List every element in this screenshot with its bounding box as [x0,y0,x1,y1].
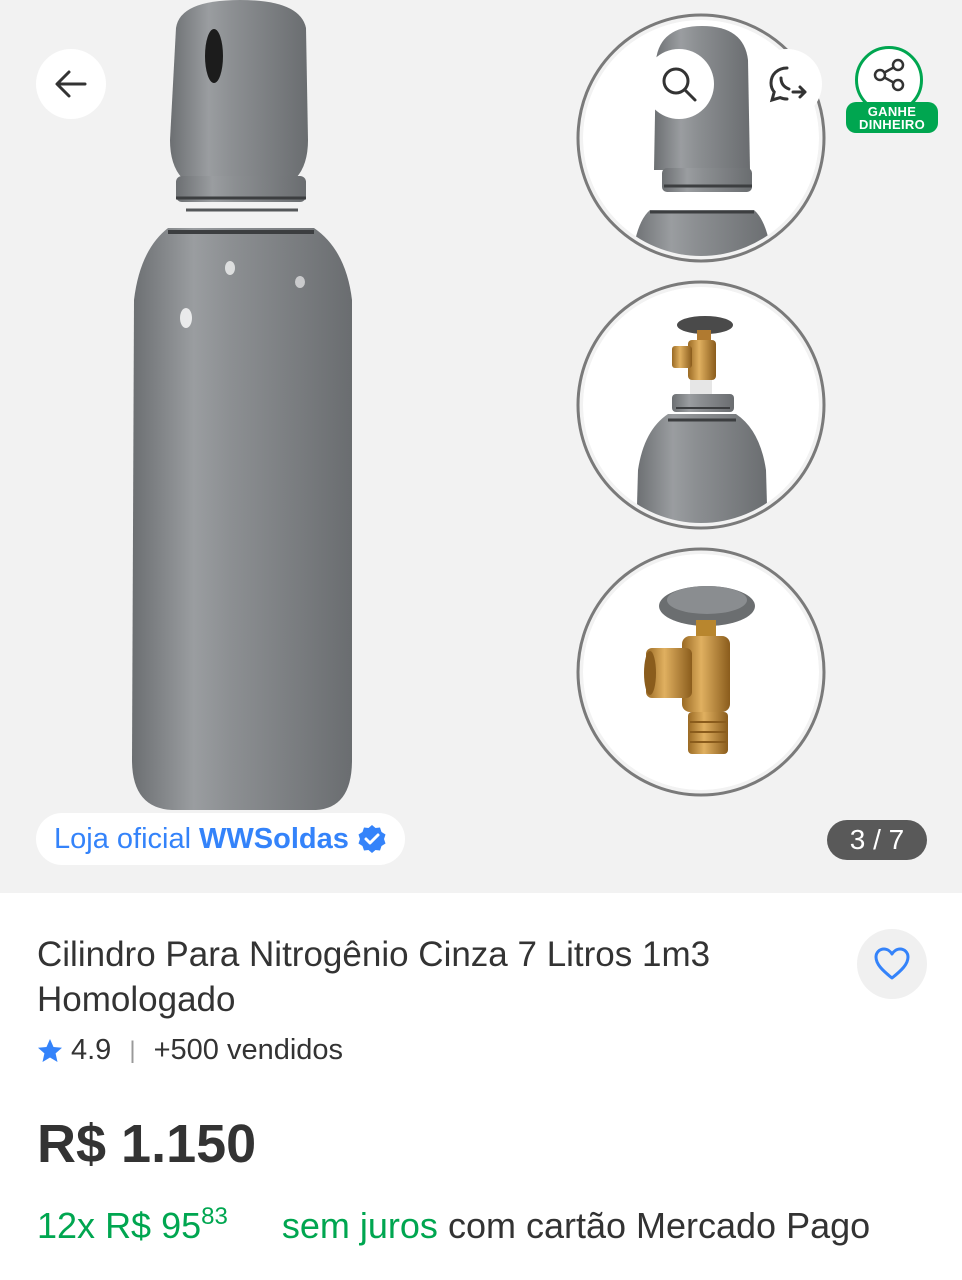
thumbnail-valve[interactable] [583,554,819,790]
whatsapp-icon [769,66,807,103]
favorite-button[interactable] [857,929,927,999]
installments-count: 12x [37,1205,96,1246]
official-store-link[interactable]: Loja oficial WWSoldas [36,813,405,865]
search-button[interactable] [644,49,714,119]
rating-separator: | [129,1036,136,1064]
sold-count: +500 vendidos [153,1034,344,1066]
image-counter: 3 / 7 [827,820,927,860]
price: R$ 1.150 [37,1114,257,1174]
back-arrow-icon [55,70,87,98]
payment-method: com cartão Mercado Pago [447,1205,871,1246]
store-name: WWSoldas [199,822,349,855]
product-gallery[interactable]: GANHE DINHEIRO Loja oficial WWSoldas 3 /… [0,0,962,893]
whatsapp-button[interactable] [752,49,822,119]
installments-info: 12x R$ 9583 sem juros com cartão Mercado… [37,1188,917,1255]
star-icon [38,1038,62,1062]
product-title: Cilindro Para Nitrogênio Cinza 7 Litros … [37,935,711,1019]
no-interest-label: sem juros [281,1205,438,1246]
heart-icon [874,947,910,980]
share-badge-line1: GANHE [867,103,917,119]
thumbnail-cylinder-valve[interactable] [583,287,819,540]
share-earn-badge[interactable]: GANHE DINHEIRO [846,102,938,133]
rating-value: 4.9 [71,1034,112,1066]
back-button[interactable] [36,49,106,119]
installment-currency: R$ [105,1205,152,1246]
installment-whole: 95 [161,1205,202,1246]
installment-cents: 83 [201,1203,228,1230]
product-image[interactable] [0,0,962,893]
cylinder-main [132,0,352,810]
verified-icon [357,824,387,854]
share-badge-line2: DINHEIRO [859,116,925,132]
rating-row[interactable]: 4.9 | +500 vendidos [37,1034,343,1067]
share-icon [873,58,905,92]
search-icon [662,67,697,102]
store-prefix: Loja oficial [54,822,192,855]
